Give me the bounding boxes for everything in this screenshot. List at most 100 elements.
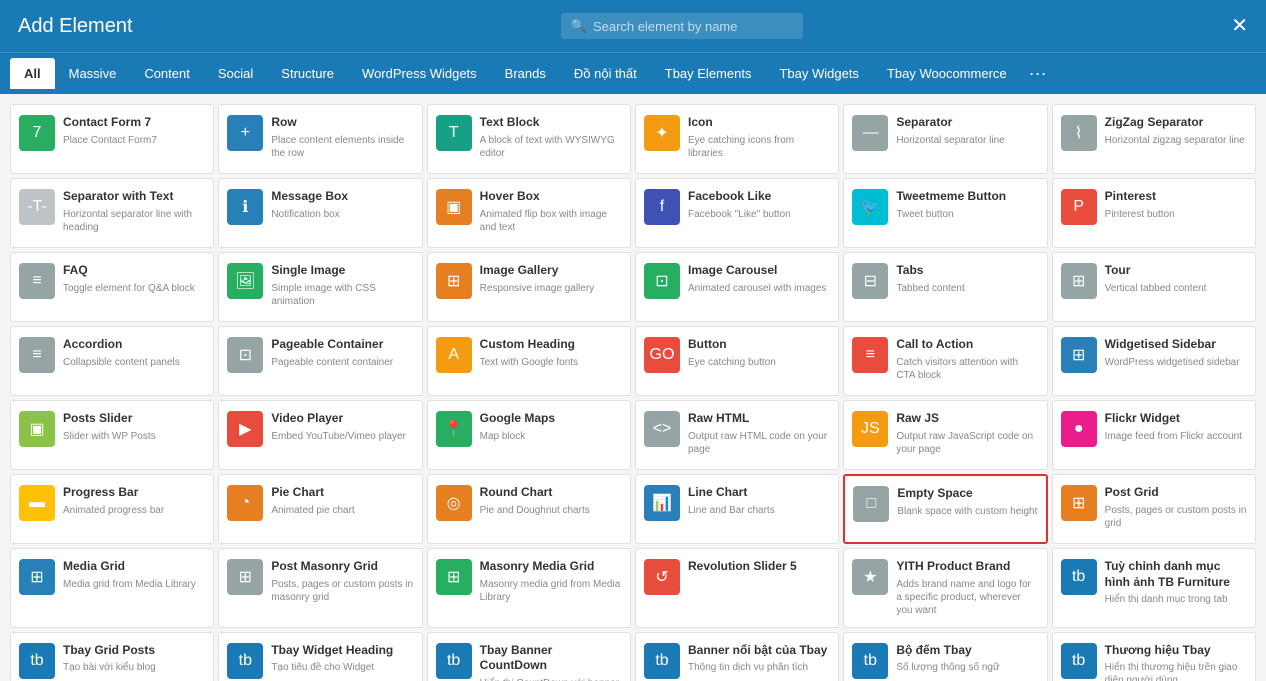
element-card[interactable]: ⊟TabsTabbed content <box>843 252 1047 322</box>
element-card[interactable]: PPinterestPinterest button <box>1052 178 1256 248</box>
element-card[interactable]: ≡Call to ActionCatch visitors attention … <box>843 326 1047 396</box>
element-icon: tb <box>436 643 472 679</box>
element-card[interactable]: ⊞Post Masonry GridPosts, pages or custom… <box>218 548 422 628</box>
element-desc: Adds brand name and logo for a specific … <box>896 578 1038 617</box>
element-card[interactable]: ⊞Post GridPosts, pages or custom posts i… <box>1052 474 1256 544</box>
element-card[interactable]: ●Flickr WidgetImage feed from Flickr acc… <box>1052 400 1256 470</box>
element-desc: Animated flip box with image and text <box>480 208 622 234</box>
tab-social[interactable]: Social <box>204 58 267 89</box>
element-card[interactable]: ⊞Widgetised SidebarWordPress widgetised … <box>1052 326 1256 396</box>
element-desc: Animated carousel with images <box>688 282 830 295</box>
element-card[interactable]: ▶Video PlayerEmbed YouTube/Vimeo player <box>218 400 422 470</box>
element-card[interactable]: ⊡Pageable ContainerPageable content cont… <box>218 326 422 396</box>
element-desc: Tạo tiêu đề cho Widget <box>271 661 413 674</box>
tab-tbay-widgets[interactable]: Tbay Widgets <box>765 58 872 89</box>
element-card[interactable]: <>Raw HTMLOutput raw HTML code on your p… <box>635 400 839 470</box>
element-card[interactable]: +RowPlace content elements inside the ro… <box>218 104 422 174</box>
element-card[interactable]: ⊞TourVertical tabbed content <box>1052 252 1256 322</box>
element-card[interactable]: ▬Progress BarAnimated progress bar <box>10 474 214 544</box>
element-card[interactable]: tbTbay Grid PostsTạo bài với kiểu blog <box>10 632 214 681</box>
element-name: Tbay Widget Heading <box>271 643 413 659</box>
element-icon: ⊞ <box>1061 485 1097 521</box>
element-name: Image Gallery <box>480 263 622 279</box>
element-icon: ⊞ <box>436 263 472 299</box>
element-card[interactable]: —SeparatorHorizontal separator line <box>843 104 1047 174</box>
element-info: Line ChartLine and Bar charts <box>688 485 830 517</box>
element-card[interactable]: ⌇ZigZag SeparatorHorizontal zigzag separ… <box>1052 104 1256 174</box>
element-card[interactable]: 📊Line ChartLine and Bar charts <box>635 474 839 544</box>
element-card[interactable]: ⊞Image GalleryResponsive image gallery <box>427 252 631 322</box>
element-name: Posts Slider <box>63 411 205 427</box>
element-card[interactable]: ◔Pie ChartAnimated pie chart <box>218 474 422 544</box>
element-info: PinterestPinterest button <box>1105 189 1247 221</box>
element-card[interactable]: ℹMessage BoxNotification box <box>218 178 422 248</box>
tab-do-noi-that[interactable]: Đồ nội thất <box>560 58 651 89</box>
element-desc: Hiển thị CountDown với banner <box>480 677 622 681</box>
element-card[interactable]: GOButtonEye catching button <box>635 326 839 396</box>
element-card[interactable]: tbThương hiệu TbayHiển thị thương hiệu t… <box>1052 632 1256 681</box>
element-card[interactable]: ⊞Media GridMedia grid from Media Library <box>10 548 214 628</box>
tab-wp-widgets[interactable]: WordPress Widgets <box>348 58 491 89</box>
element-card[interactable]: tbBanner nổi bật của TbayThông tin dịch … <box>635 632 839 681</box>
element-info: Raw HTMLOutput raw HTML code on your pag… <box>688 411 830 456</box>
search-input[interactable] <box>593 19 793 34</box>
element-name: Custom Heading <box>480 337 622 353</box>
element-info: TabsTabbed content <box>896 263 1038 295</box>
element-card[interactable]: 7Contact Form 7Place Contact Form7 <box>10 104 214 174</box>
element-icon: A <box>436 337 472 373</box>
element-name: ZigZag Separator <box>1105 115 1247 131</box>
element-card[interactable]: 🖼Single ImageSimple image with CSS anima… <box>218 252 422 322</box>
element-card[interactable]: JSRaw JSOutput raw JavaScript code on yo… <box>843 400 1047 470</box>
element-name: Raw JS <box>896 411 1038 427</box>
element-card[interactable]: tbTbay Banner CountDownHiển thị CountDow… <box>427 632 631 681</box>
element-card[interactable]: ⊡Image CarouselAnimated carousel with im… <box>635 252 839 322</box>
tabs-bar: AllMassiveContentSocialStructureWordPres… <box>0 52 1266 94</box>
element-card[interactable]: ✦IconEye catching icons from libraries <box>635 104 839 174</box>
element-desc: Media grid from Media Library <box>63 578 205 591</box>
tab-structure[interactable]: Structure <box>267 58 348 89</box>
element-card[interactable]: ≡AccordionCollapsible content panels <box>10 326 214 396</box>
element-desc: Posts, pages or custom posts in grid <box>1105 504 1247 530</box>
element-card[interactable]: ↺Revolution Slider 5 <box>635 548 839 628</box>
element-info: Tuỳ chỉnh danh mục hình ảnh TB Furniture… <box>1105 559 1247 606</box>
element-desc: Output raw HTML code on your page <box>688 430 830 456</box>
element-card[interactable]: tbBộ đếm TbaySố lượng thông số ngữ <box>843 632 1047 681</box>
element-info: Tbay Banner CountDownHiển thị CountDown … <box>480 643 622 681</box>
element-desc: Pageable content container <box>271 356 413 369</box>
element-card[interactable]: ⊞Masonry Media GridMasonry media grid fr… <box>427 548 631 628</box>
element-icon: ▬ <box>19 485 55 521</box>
element-card[interactable]: ≡FAQToggle element for Q&A block <box>10 252 214 322</box>
tab-tbay-elements[interactable]: Tbay Elements <box>651 58 766 89</box>
element-card[interactable]: 📍Google MapsMap block <box>427 400 631 470</box>
element-card[interactable]: 🐦Tweetmeme ButtonTweet button <box>843 178 1047 248</box>
tab-tbay-woocommerce[interactable]: Tbay Woocommerce <box>873 58 1021 89</box>
element-card[interactable]: tbTuỳ chỉnh danh mục hình ảnh TB Furnitu… <box>1052 548 1256 628</box>
element-card[interactable]: □Empty SpaceBlank space with custom heig… <box>843 474 1047 544</box>
tab-massive[interactable]: Massive <box>55 58 131 89</box>
element-name: Widgetised Sidebar <box>1105 337 1247 353</box>
element-info: Widgetised SidebarWordPress widgetised s… <box>1105 337 1247 369</box>
element-card[interactable]: ▣Hover BoxAnimated flip box with image a… <box>427 178 631 248</box>
tab-brands[interactable]: Brands <box>491 58 560 89</box>
element-card[interactable]: ★YITH Product BrandAdds brand name and l… <box>843 548 1047 628</box>
element-icon: ⊡ <box>644 263 680 299</box>
tabs-more-button[interactable]: ··· <box>1021 59 1055 88</box>
element-card[interactable]: ACustom HeadingText with Google fonts <box>427 326 631 396</box>
element-card[interactable]: tbTbay Widget HeadingTạo tiêu đề cho Wid… <box>218 632 422 681</box>
element-card[interactable]: ▣Posts SliderSlider with WP Posts <box>10 400 214 470</box>
search-icon: 🔍 <box>571 18 587 34</box>
element-icon: 📍 <box>436 411 472 447</box>
tab-content[interactable]: Content <box>130 58 204 89</box>
element-card[interactable]: -T-Separator with TextHorizontal separat… <box>10 178 214 248</box>
tab-all[interactable]: All <box>10 58 55 89</box>
element-card[interactable]: fFacebook LikeFacebook "Like" button <box>635 178 839 248</box>
element-card[interactable]: ◎Round ChartPie and Doughnut charts <box>427 474 631 544</box>
element-desc: Simple image with CSS animation <box>271 282 413 308</box>
element-desc: Vertical tabbed content <box>1105 282 1247 295</box>
element-desc: Horizontal separator line with heading <box>63 208 205 234</box>
search-box[interactable]: 🔍 <box>561 13 803 39</box>
close-button[interactable]: ✕ <box>1231 16 1248 36</box>
element-name: Line Chart <box>688 485 830 501</box>
element-card[interactable]: TText BlockA block of text with WYSIWYG … <box>427 104 631 174</box>
element-icon: ✦ <box>644 115 680 151</box>
